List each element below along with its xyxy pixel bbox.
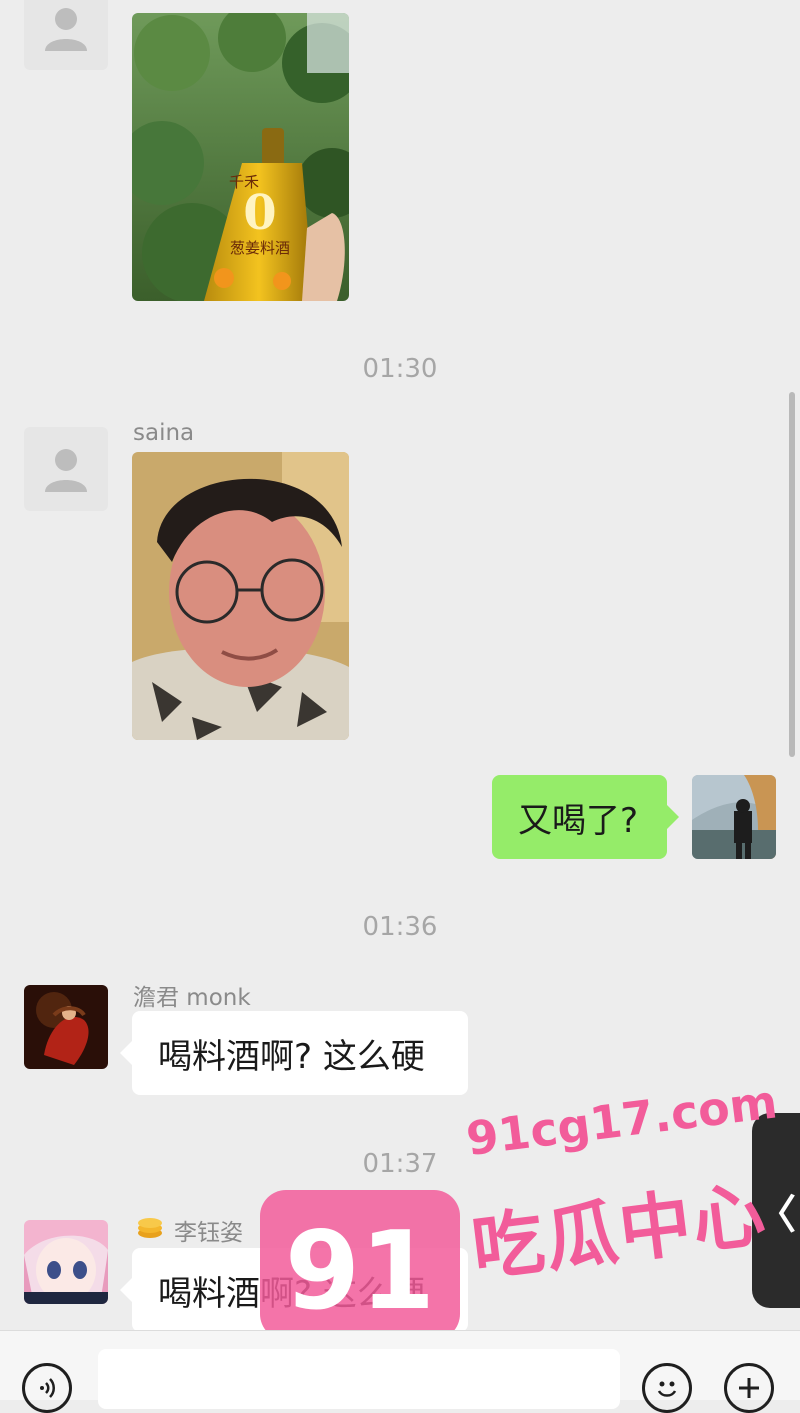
person-icon bbox=[45, 449, 87, 492]
emoji-icon[interactable] bbox=[642, 1363, 692, 1413]
timestamp: 01:30 bbox=[362, 354, 438, 384]
message-input[interactable] bbox=[98, 1349, 620, 1409]
input-toolbar bbox=[0, 1330, 800, 1413]
voice-icon[interactable] bbox=[22, 1363, 72, 1413]
plus-icon[interactable] bbox=[724, 1363, 774, 1413]
timestamp: 01:36 bbox=[362, 912, 438, 942]
photo-message-selfie[interactable] bbox=[132, 452, 349, 740]
avatar-default[interactable] bbox=[24, 0, 108, 70]
bottle-number: 0 bbox=[243, 185, 276, 241]
sender-name: 澹君 monk bbox=[133, 985, 251, 1011]
bottle-label: 葱姜料酒 bbox=[230, 239, 290, 257]
watermark-number: 91 bbox=[285, 1209, 435, 1334]
message-text: 又喝了? bbox=[518, 800, 639, 841]
scrollbar[interactable] bbox=[789, 392, 795, 757]
self-avatar[interactable] bbox=[692, 775, 776, 859]
bottle-photo: 0 千禾 葱姜料酒 bbox=[132, 13, 349, 301]
message-bubble-self[interactable]: 又喝了? bbox=[492, 775, 679, 859]
avatar-anime-girl bbox=[24, 1220, 108, 1304]
sender-name: 李钰姿 bbox=[174, 1220, 243, 1246]
message-bubble[interactable]: 喝料酒啊? 这么硬 bbox=[120, 1011, 468, 1095]
avatar-anime[interactable] bbox=[24, 1220, 108, 1304]
person-icon bbox=[45, 8, 87, 51]
avatar-painting bbox=[24, 985, 108, 1069]
message-text: 喝料酒啊? 这么硬 bbox=[158, 1036, 425, 1077]
avatar-default[interactable] bbox=[24, 427, 108, 511]
bottle-brand: 千禾 bbox=[229, 173, 259, 191]
plus-glyph bbox=[739, 1378, 759, 1398]
selfie-photo bbox=[132, 452, 349, 740]
sender-name: saina bbox=[133, 420, 195, 446]
photo-message-bottle[interactable]: 0 千禾 葱姜料酒 bbox=[132, 13, 349, 301]
coins-icon bbox=[136, 1215, 164, 1243]
sender-name: saina bbox=[133, 0, 194, 4]
voice-waves-glyph bbox=[40, 1378, 55, 1398]
avatar-monk[interactable] bbox=[24, 985, 108, 1069]
self-avatar-photo bbox=[692, 775, 776, 859]
